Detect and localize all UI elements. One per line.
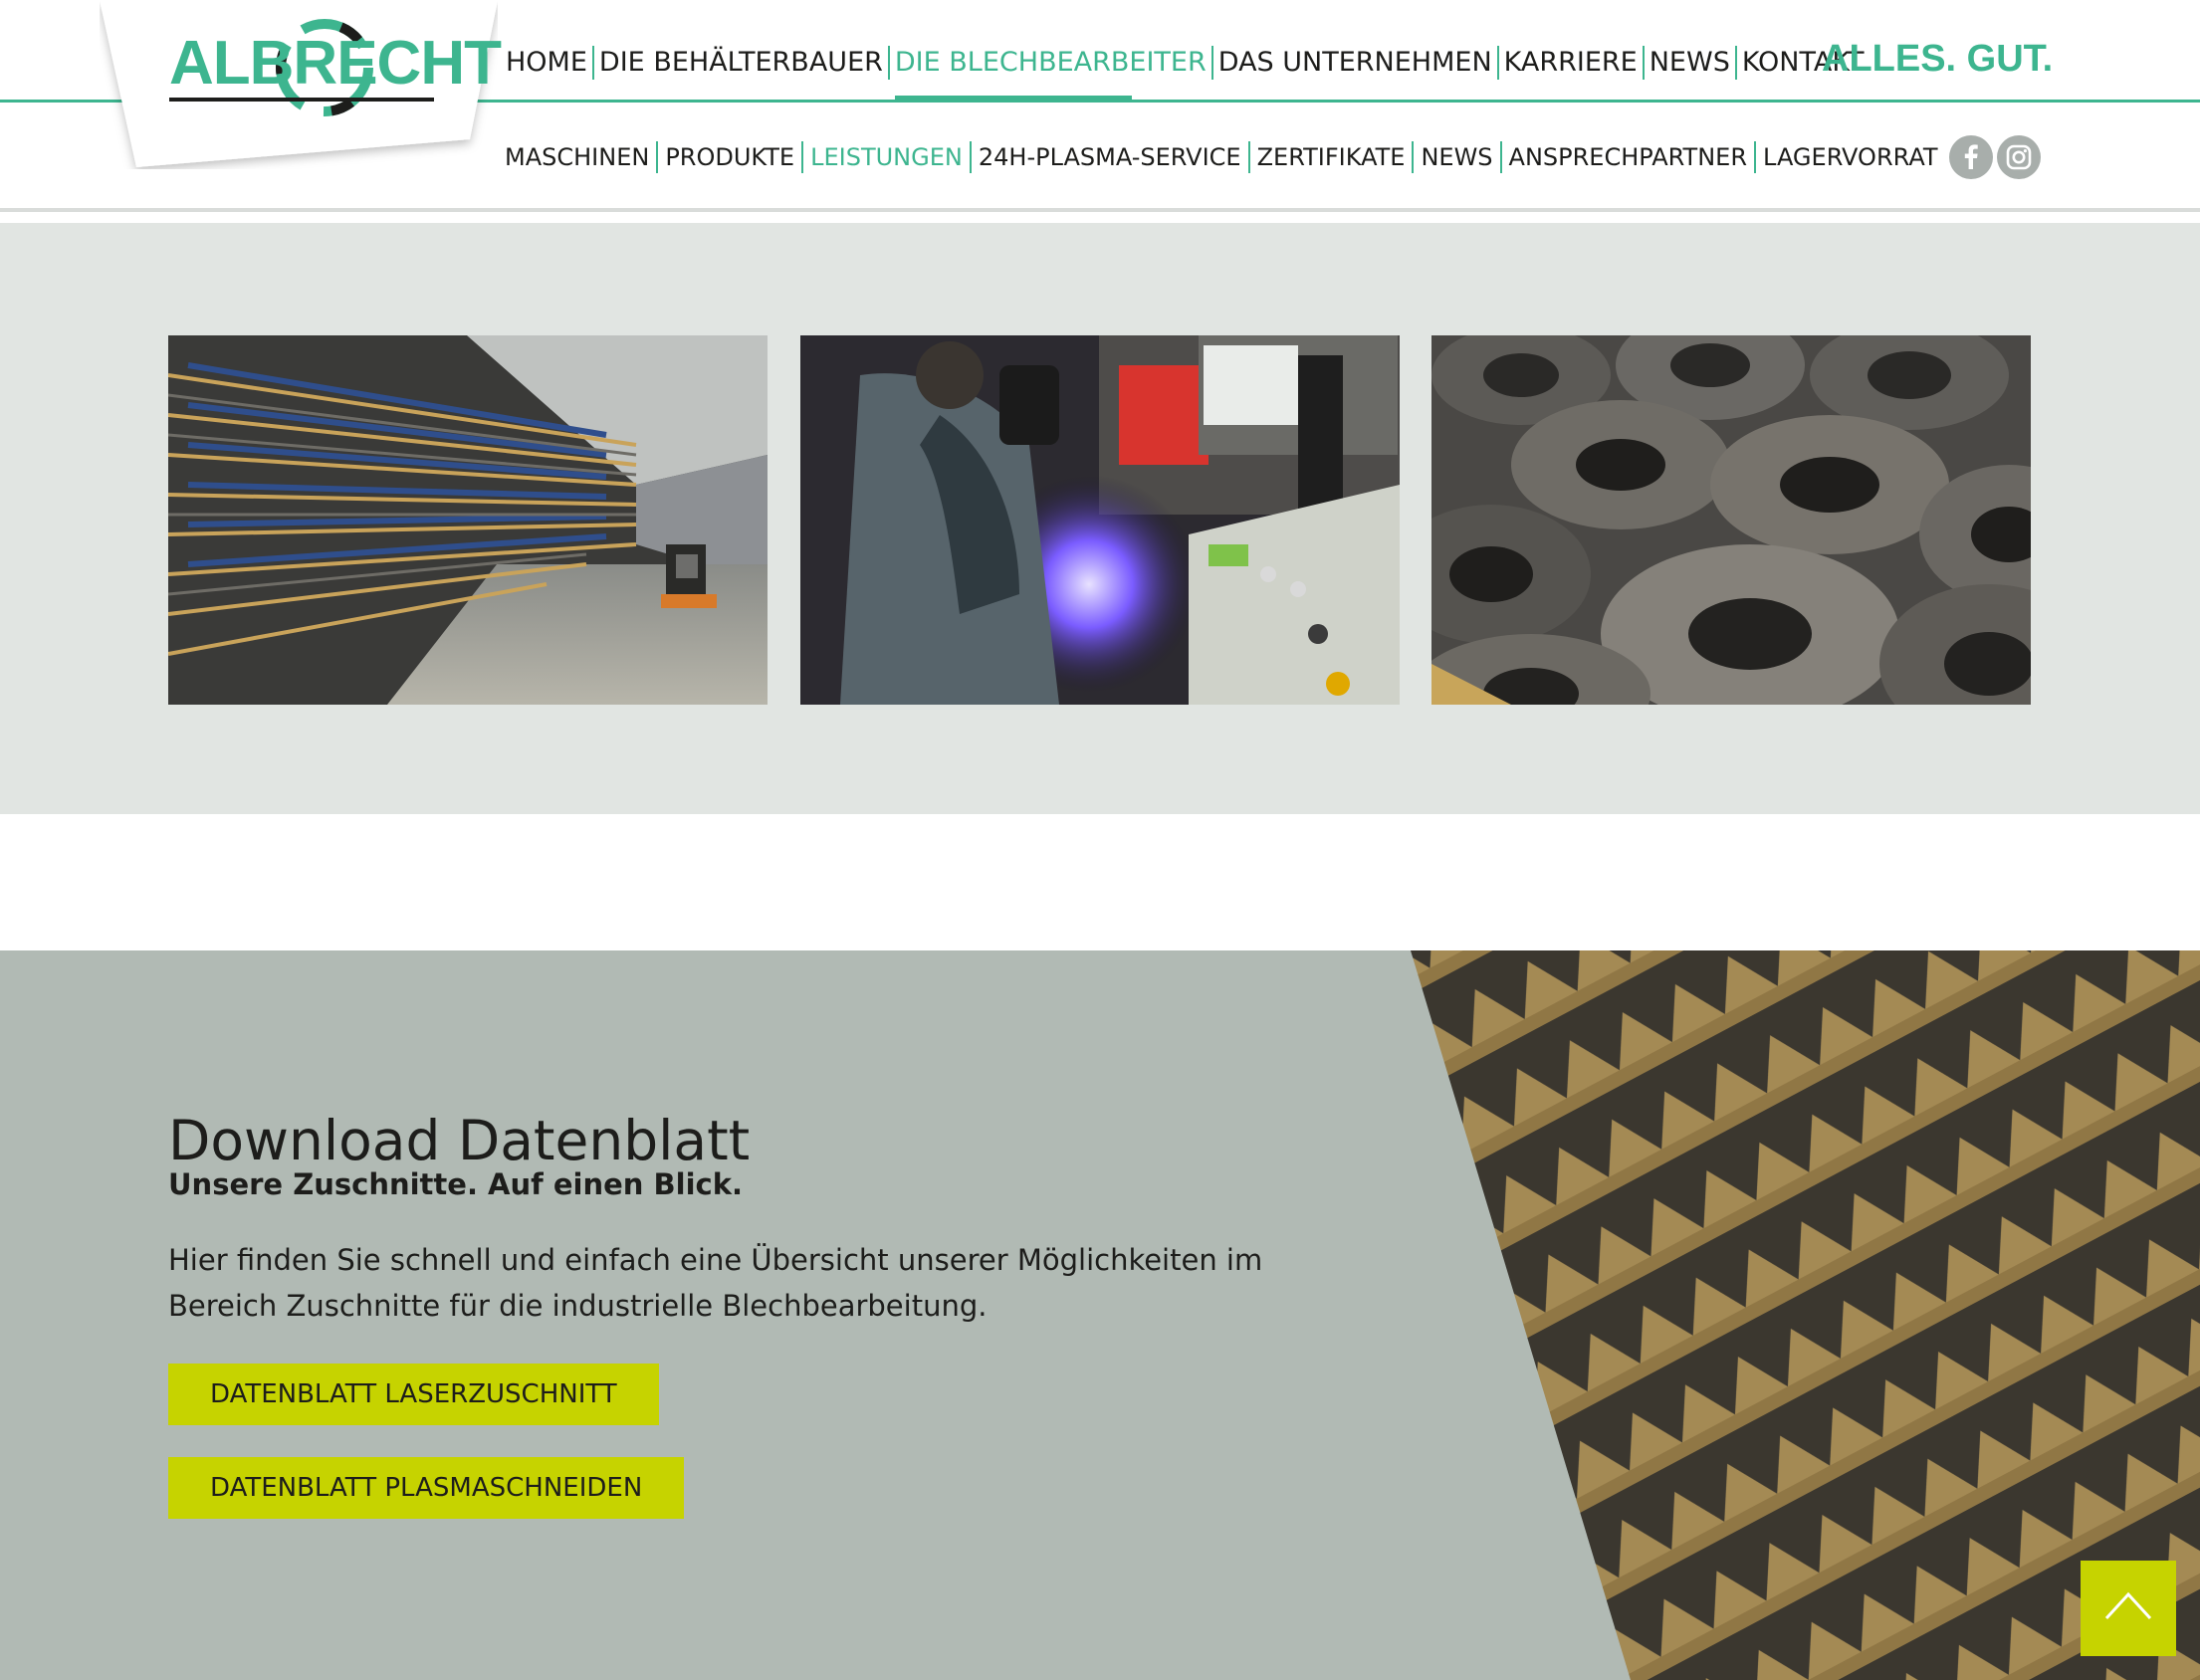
section-description: Hier finden Sie schnell und einfach eine… [168,1243,1263,1323]
sub-nav-maschinen[interactable]: MASCHINEN [501,141,659,173]
main-nav-karriere[interactable]: KARRIERE [1499,46,1645,80]
main-nav-blechbearbeiter[interactable]: DIE BLECHBEARBEITER [890,46,1213,80]
brand-slogan: ALLES. GUT. [1822,38,2054,80]
site-header: ALBRECHT HOME DIE BEHÄLTERBAUER DIE BLEC… [0,0,2200,212]
section-title: Download Datenblatt [168,1108,751,1172]
download-datasheet-section: Download Datenblatt Unsere Zuschnitte. A… [0,950,2200,1680]
main-nav-behaelterbauer[interactable]: DIE BEHÄLTERBAUER [594,46,890,80]
sub-nav-news[interactable]: NEWS [1414,141,1502,173]
facebook-icon[interactable] [1949,135,1993,179]
active-nav-indicator [895,96,1132,100]
sub-nav-leistungen[interactable]: LEISTUNGEN [803,141,972,173]
laser-datasheet-button[interactable]: DATENBLATT LASERZUSCHNITT [168,1364,659,1425]
main-nav-news[interactable]: NEWS [1645,46,1737,80]
sub-nav-lagervorrat[interactable]: LAGERVORRAT [1756,141,1945,173]
main-nav-home[interactable]: HOME [501,46,594,80]
scroll-to-top-button[interactable] [2081,1561,2176,1656]
sub-nav-produkte[interactable]: PRODUKTE [658,141,804,173]
sub-nav-zertifikate[interactable]: ZERTIFIKATE [1250,141,1415,173]
image-gallery [0,223,2200,814]
logo-text: ALBRECHT [169,29,502,98]
main-nav-unternehmen[interactable]: DAS UNTERNEHMEN [1213,46,1499,80]
header-bottom-border [0,208,2200,212]
instagram-icon[interactable] [1997,135,2041,179]
sub-nav-ansprechpartner[interactable]: ANSPRECHPARTNER [1502,141,1757,173]
plasma-datasheet-button[interactable]: DATENBLATT PLASMASCHNEIDEN [168,1457,685,1519]
sub-nav-plasma-service[interactable]: 24H-PLASMA-SERVICE [972,141,1250,173]
plasma-cutting-operator-photo[interactable] [800,335,1400,705]
main-nav: HOME DIE BEHÄLTERBAUER DIE BLECHBEARBEIT… [501,40,1869,86]
cut-steel-rings-photo[interactable] [1431,335,2031,705]
chevron-up-icon [2104,1591,2152,1620]
section-subtitle: Unsere Zuschnitte. Auf einen Blick. [168,1167,743,1201]
logo-underline [169,98,434,102]
sub-nav: MASCHINEN PRODUKTE LEISTUNGEN 24H-PLASMA… [501,139,1945,175]
sheet-metal-warehouse-photo[interactable] [168,335,768,705]
